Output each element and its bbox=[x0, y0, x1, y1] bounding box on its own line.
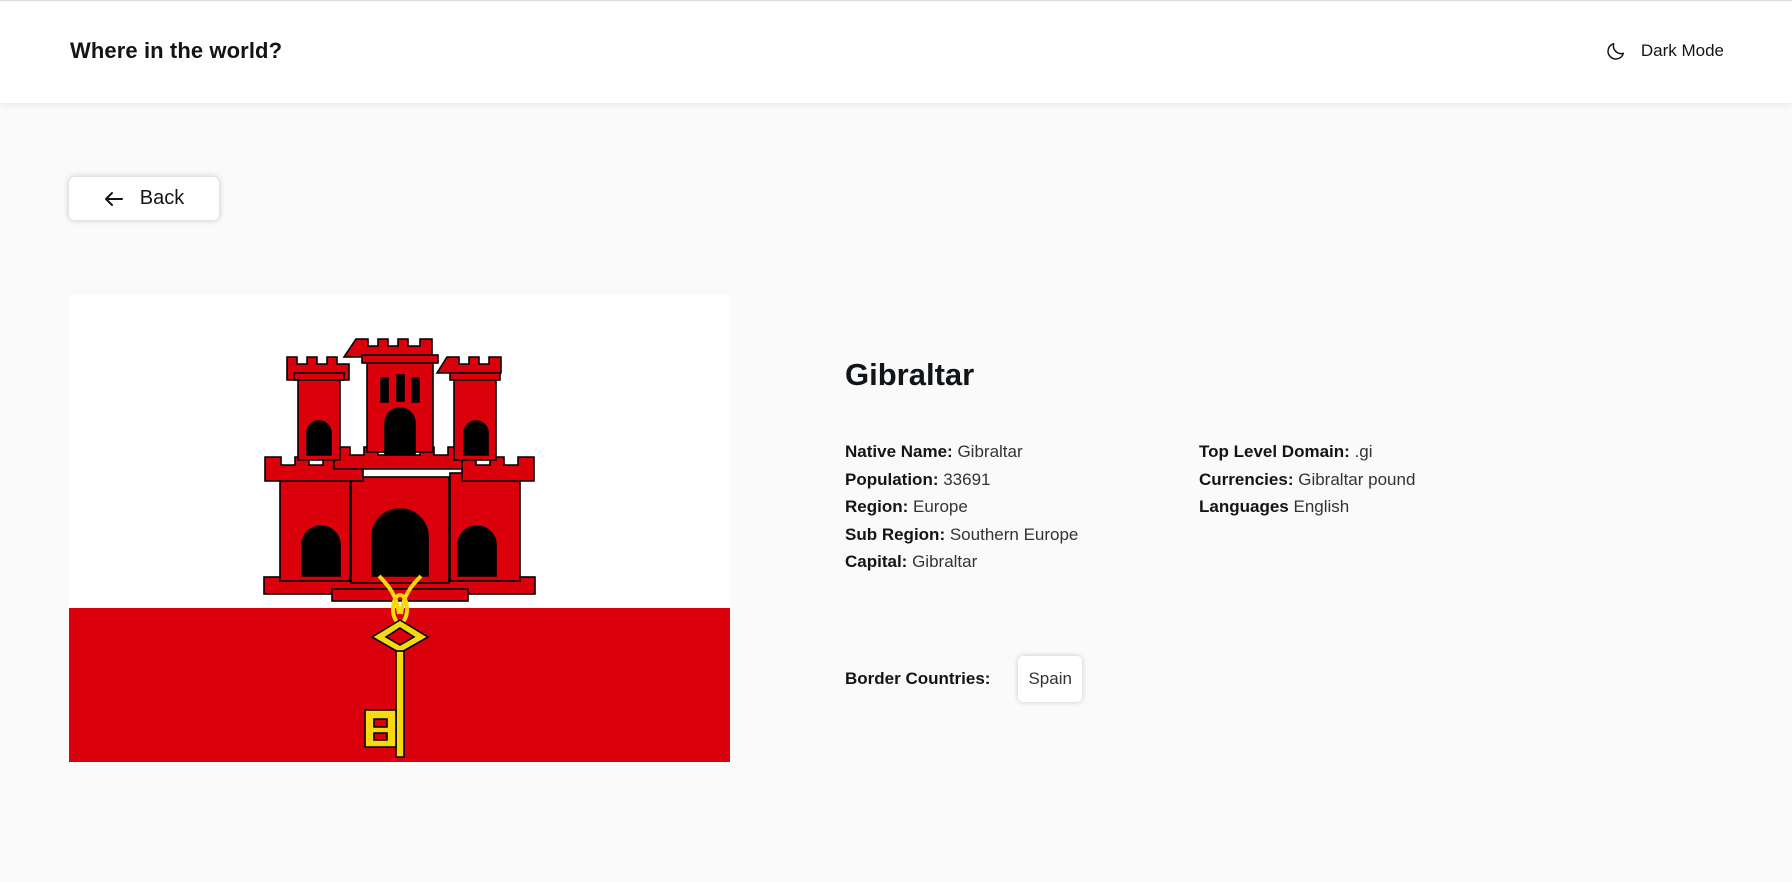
border-countries-label: Border Countries: bbox=[845, 669, 991, 688]
country-flag bbox=[69, 295, 730, 762]
sub-region-label: Sub Region: bbox=[845, 524, 946, 544]
sub-region-row: Sub Region: Southern Europe bbox=[845, 521, 1199, 549]
population-label: Population: bbox=[845, 469, 939, 489]
app-header: Where in the world? Dark Mode bbox=[0, 0, 1792, 103]
capital-row: Capital: Gibraltar bbox=[845, 548, 1199, 576]
currencies-row: Currencies: Gibraltar pound bbox=[1199, 466, 1553, 494]
top-level-domain-row: Top Level Domain: .gi bbox=[1199, 438, 1553, 466]
dark-mode-toggle[interactable]: Dark Mode bbox=[1605, 40, 1724, 62]
app-title[interactable]: Where in the world? bbox=[70, 38, 282, 64]
info-column-primary: Native Name: Gibraltar Population: 33691… bbox=[845, 438, 1199, 576]
country-details: Gibraltar Native Name: Gibraltar Populat… bbox=[845, 355, 1565, 576]
capital-value: Gibraltar bbox=[912, 552, 978, 571]
region-row: Region: Europe bbox=[845, 493, 1199, 521]
top-level-domain-label: Top Level Domain: bbox=[1199, 442, 1350, 461]
back-label: Back bbox=[139, 187, 185, 209]
dark-mode-label: Dark Mode bbox=[1640, 41, 1724, 60]
languages-value: English bbox=[1293, 497, 1350, 516]
currencies-value: Gibraltar pound bbox=[1298, 469, 1416, 489]
languages-row: Languages English bbox=[1199, 493, 1553, 521]
country-name: Gibraltar bbox=[845, 357, 975, 392]
border-countries: Border Countries: Spain bbox=[845, 656, 1082, 702]
top-level-domain-value: .gi bbox=[1354, 442, 1373, 461]
info-columns: Native Name: Gibraltar Population: 33691… bbox=[845, 438, 1565, 576]
native-name-row: Native Name: Gibraltar bbox=[845, 438, 1199, 466]
capital-label: Capital: bbox=[845, 552, 908, 571]
native-name-label: Native Name: bbox=[845, 442, 953, 461]
flag-image bbox=[69, 295, 730, 762]
arrow-left-icon bbox=[104, 191, 124, 207]
region-value: Europe bbox=[913, 497, 968, 516]
back-button[interactable]: Back bbox=[69, 177, 219, 220]
population-value: 33691 bbox=[943, 469, 991, 489]
languages-label: Languages bbox=[1199, 497, 1289, 516]
currencies-label: Currencies: bbox=[1199, 469, 1294, 489]
sub-region-value: Southern Europe bbox=[949, 524, 1079, 544]
info-column-secondary: Top Level Domain: .gi Currencies: Gibral… bbox=[1199, 438, 1553, 576]
border-country-chip[interactable]: Spain bbox=[1018, 656, 1082, 702]
moon-icon bbox=[1605, 40, 1627, 62]
region-label: Region: bbox=[845, 497, 909, 516]
population-row: Population: 33691 bbox=[845, 466, 1199, 494]
native-name-value: Gibraltar bbox=[957, 442, 1023, 461]
